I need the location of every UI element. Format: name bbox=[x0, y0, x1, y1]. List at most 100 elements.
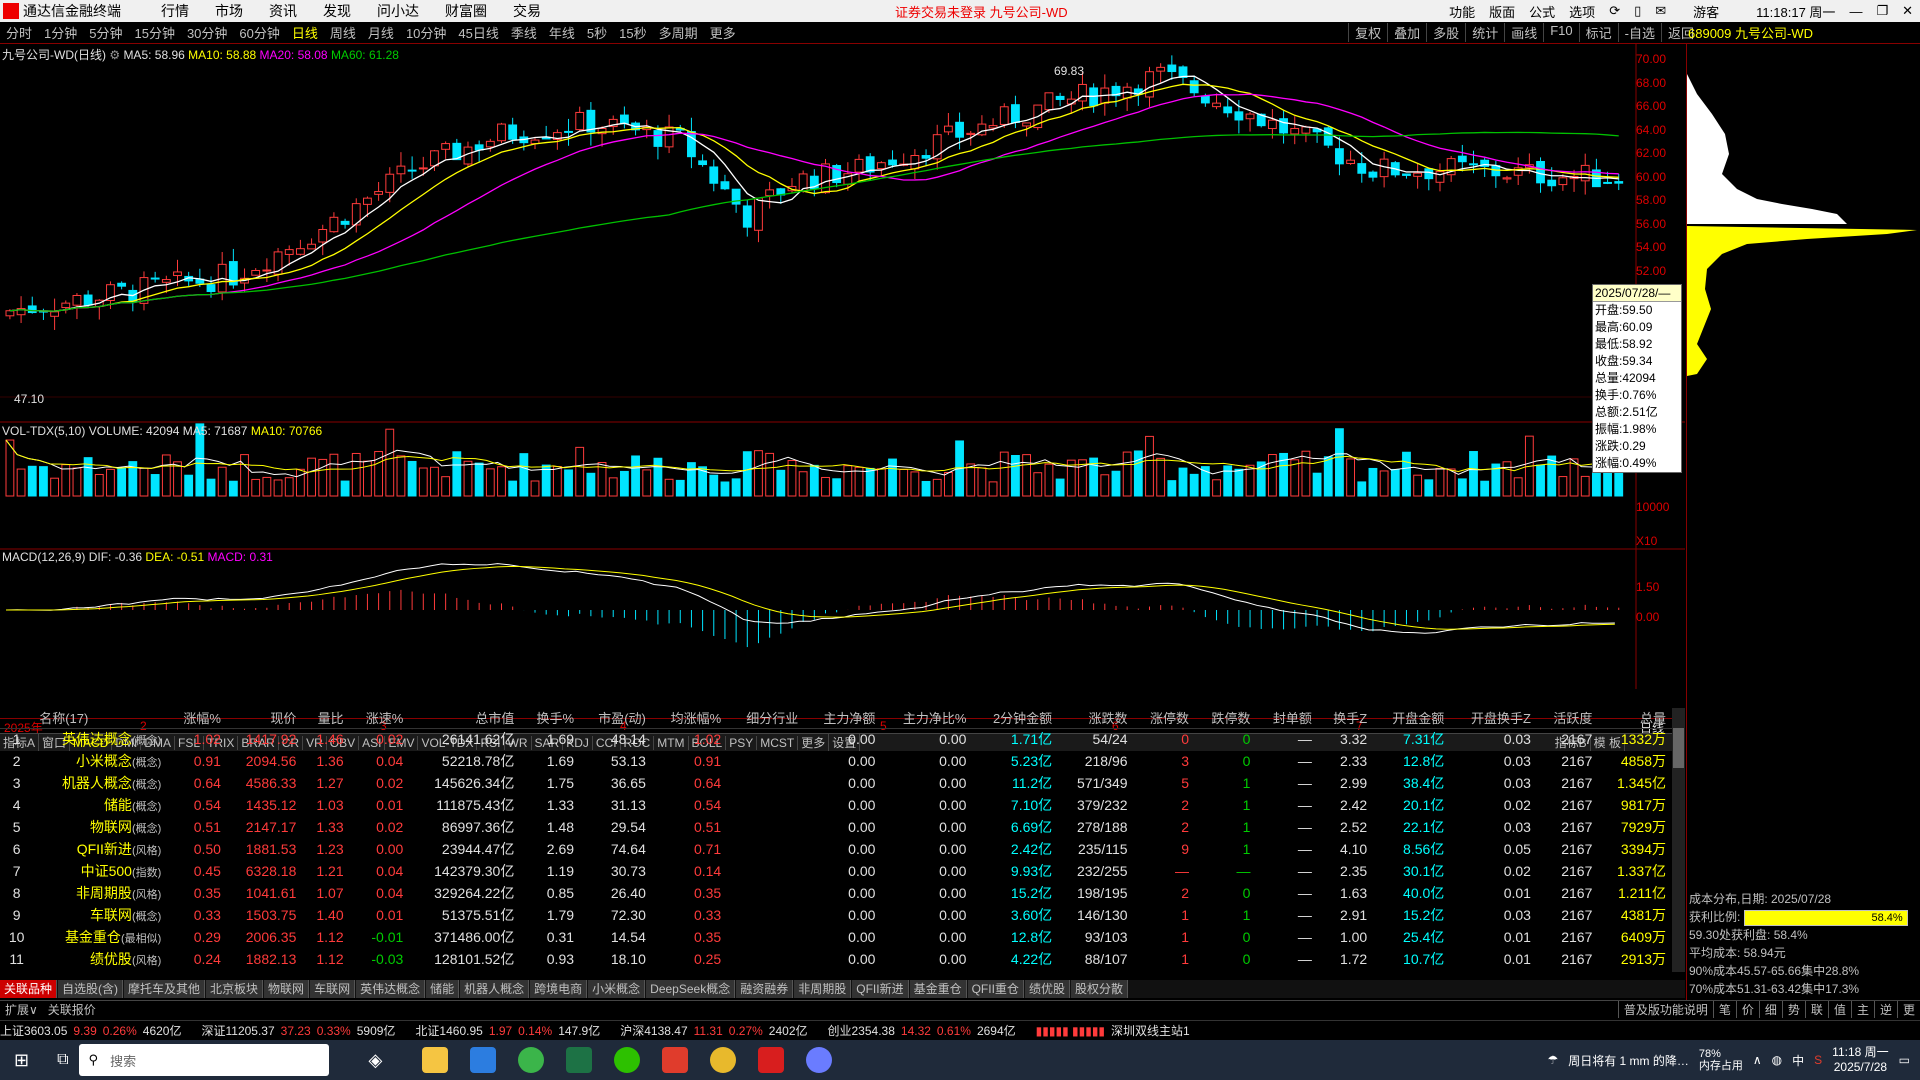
sector-name[interactable]: 物联网(概念) bbox=[33, 816, 167, 838]
chart-tool-0[interactable]: 复权 bbox=[1348, 23, 1387, 42]
column-header[interactable]: 细分行业 bbox=[727, 708, 805, 729]
tdx-app-icon[interactable] bbox=[758, 1047, 785, 1073]
timeframe-2[interactable]: 5分钟 bbox=[89, 26, 122, 41]
timeframe-3[interactable]: 15分钟 bbox=[134, 26, 174, 41]
timeframe-8[interactable]: 月线 bbox=[368, 26, 394, 41]
ime-indicator[interactable]: 中 bbox=[1792, 1052, 1804, 1069]
chart-tool-5[interactable]: F10 bbox=[1543, 23, 1578, 42]
block-tab-4[interactable]: 物联网 bbox=[264, 980, 310, 998]
server-label[interactable]: 深圳双线主站1 bbox=[1111, 1022, 1190, 1039]
related-quotes-tab[interactable]: 关联报价 bbox=[43, 1001, 101, 1018]
column-header[interactable]: 活跃度 bbox=[1536, 708, 1599, 729]
sector-name[interactable]: 车联网(概念) bbox=[33, 904, 167, 926]
menu-layout[interactable]: 版面 bbox=[1489, 2, 1515, 21]
timeframe-5[interactable]: 60分钟 bbox=[239, 26, 279, 41]
column-header[interactable]: 开盘金额 bbox=[1373, 708, 1451, 729]
menu-item-wealth[interactable]: 财富圈 bbox=[445, 1, 487, 21]
timeframe-15[interactable]: 多周期 bbox=[659, 26, 698, 41]
timeframe-9[interactable]: 10分钟 bbox=[406, 26, 446, 41]
block-tab-7[interactable]: 储能 bbox=[426, 980, 460, 998]
block-tab-13[interactable]: 非周期股 bbox=[794, 980, 852, 998]
block-tab-1[interactable]: 自选股(含) bbox=[58, 980, 124, 998]
table-row[interactable]: 4 储能(概念) 0.54 1435.12 1.03 0.01 111875.43亿 1.33… bbox=[0, 794, 1672, 816]
block-tab-14[interactable]: QFII新进 bbox=[852, 980, 909, 998]
menu-item-discover[interactable]: 发现 bbox=[323, 1, 351, 21]
menu-function[interactable]: 功能 bbox=[1449, 2, 1475, 21]
chart-tool-4[interactable]: 画线 bbox=[1504, 23, 1543, 42]
block-tab-6[interactable]: 英伟达概念 bbox=[356, 980, 426, 998]
taskbar-search[interactable]: ⚲ 搜索 bbox=[78, 1044, 329, 1076]
column-header[interactable]: 换手% bbox=[520, 708, 581, 729]
sector-name[interactable]: QFII新进(风格) bbox=[33, 838, 167, 860]
basic-help-link[interactable]: 普及版功能说明 bbox=[1617, 1001, 1713, 1018]
tray-chevron-icon[interactable]: ∧ bbox=[1753, 1053, 1762, 1067]
column-header[interactable]: 主力净额 bbox=[804, 708, 882, 729]
sector-name[interactable]: 中证500(指数) bbox=[33, 860, 167, 882]
table-row[interactable]: 7 中证500(指数) 0.45 6328.18 1.21 0.04 142379.30亿 1… bbox=[0, 860, 1672, 882]
sector-name[interactable]: 储能(概念) bbox=[33, 794, 167, 816]
table-row[interactable]: 2 小米概念(概念) 0.91 2094.56 1.36 0.04 52218.78亿 1.6… bbox=[0, 750, 1672, 772]
login-notice[interactable]: 证券交易未登录 九号公司-WD bbox=[895, 2, 1068, 21]
timeframe-0[interactable]: 分时 bbox=[6, 26, 32, 41]
menu-item-market[interactable]: 市场 bbox=[215, 1, 243, 21]
table-row[interactable]: 11 绩优股(风格) 0.24 1882.13 1.12 -0.03 128101.52亿 0… bbox=[0, 948, 1672, 970]
bz-index[interactable]: 北证1460.95 bbox=[415, 1022, 482, 1039]
taskbar-clock[interactable]: 11:18 周一 2025/7/28 bbox=[1832, 1045, 1888, 1075]
chrome-icon[interactable] bbox=[710, 1047, 737, 1073]
ext-tool-1[interactable]: 价 bbox=[1735, 1001, 1759, 1018]
minimize-icon[interactable]: — bbox=[1849, 4, 1862, 19]
column-header[interactable]: 总量 bbox=[1598, 708, 1672, 729]
timeframe-13[interactable]: 5秒 bbox=[587, 26, 607, 41]
timeframe-10[interactable]: 45日线 bbox=[458, 26, 498, 41]
ext-tool-3[interactable]: 势 bbox=[1781, 1001, 1805, 1018]
wps-icon[interactable] bbox=[662, 1047, 689, 1073]
column-header[interactable]: 封单额 bbox=[1256, 708, 1318, 729]
column-header[interactable]: 总市值 bbox=[409, 708, 521, 729]
close-icon[interactable]: ✕ bbox=[1902, 3, 1913, 19]
chart-tool-3[interactable]: 统计 bbox=[1465, 23, 1504, 42]
block-tab-5[interactable]: 车联网 bbox=[310, 980, 356, 998]
block-tab-0[interactable]: 关联品种 bbox=[0, 980, 58, 998]
mem-usage[interactable]: 78% 内存占用 bbox=[1699, 1048, 1743, 1072]
timeframe-14[interactable]: 15秒 bbox=[619, 26, 646, 41]
block-tab-9[interactable]: 跨境电商 bbox=[530, 980, 588, 998]
column-header[interactable]: 市盈(动) bbox=[580, 708, 652, 729]
menu-item-news[interactable]: 资讯 bbox=[269, 1, 297, 21]
file-explorer-icon[interactable] bbox=[422, 1047, 449, 1073]
column-header[interactable]: 开盘换手Z bbox=[1450, 708, 1537, 729]
block-tab-17[interactable]: 绩优股 bbox=[1024, 980, 1070, 998]
menu-options[interactable]: 选项 bbox=[1569, 2, 1595, 21]
menu-formula[interactable]: 公式 bbox=[1529, 2, 1555, 21]
column-header[interactable] bbox=[0, 708, 34, 729]
ext-tool-8[interactable]: 更 bbox=[1896, 1001, 1920, 1018]
notification-icon[interactable]: ▭ bbox=[1899, 1053, 1910, 1067]
ofd-reader-icon[interactable] bbox=[470, 1047, 497, 1073]
table-row[interactable]: 5 物联网(概念) 0.51 2147.17 1.33 0.02 86997.36亿 1.48… bbox=[0, 816, 1672, 838]
sector-name[interactable]: 小米概念(概念) bbox=[33, 750, 167, 772]
windows-start-icon[interactable]: ⊞ bbox=[14, 1050, 29, 1071]
table-row[interactable]: 10 基金重仓(最相似) 0.29 2006.35 1.12 -0.01 371486.00… bbox=[0, 926, 1672, 948]
block-tab-18[interactable]: 股权分散 bbox=[1070, 980, 1128, 998]
block-tab-2[interactable]: 摩托车及其他 bbox=[124, 980, 206, 998]
column-header[interactable]: 2分钟金额 bbox=[972, 708, 1059, 729]
block-tab-11[interactable]: DeepSeek概念 bbox=[646, 980, 736, 998]
column-header[interactable]: 名称(17) bbox=[33, 708, 168, 729]
chart-tool-2[interactable]: 多股 bbox=[1426, 23, 1465, 42]
column-header[interactable]: 量比 bbox=[302, 708, 350, 729]
user-guest[interactable]: 游客 bbox=[1693, 2, 1719, 21]
wechat-icon[interactable] bbox=[614, 1047, 641, 1073]
menu-item-trade[interactable]: 交易 bbox=[513, 1, 541, 21]
sector-name[interactable]: 绩优股(风格) bbox=[33, 948, 167, 970]
timeframe-4[interactable]: 30分钟 bbox=[187, 26, 227, 41]
timeframe-7[interactable]: 周线 bbox=[330, 26, 356, 41]
mail-icon[interactable]: ✉ bbox=[1655, 3, 1666, 19]
block-tab-15[interactable]: 基金重仓 bbox=[909, 980, 967, 998]
expand-button[interactable]: 扩展∨ bbox=[0, 1001, 43, 1018]
table-row[interactable]: 3 机器人概念(概念) 0.64 4586.33 1.27 0.02 145626.34亿 1… bbox=[0, 772, 1672, 794]
column-header[interactable]: 涨速% bbox=[349, 708, 410, 729]
maximize-icon[interactable]: ❐ bbox=[1876, 3, 1888, 19]
network-icon[interactable]: ◍ bbox=[1772, 1053, 1782, 1067]
widgets-icon[interactable]: ◈ bbox=[369, 1050, 383, 1071]
column-header[interactable]: 主力净比% bbox=[881, 708, 973, 729]
chart-canvas[interactable] bbox=[0, 44, 1685, 692]
